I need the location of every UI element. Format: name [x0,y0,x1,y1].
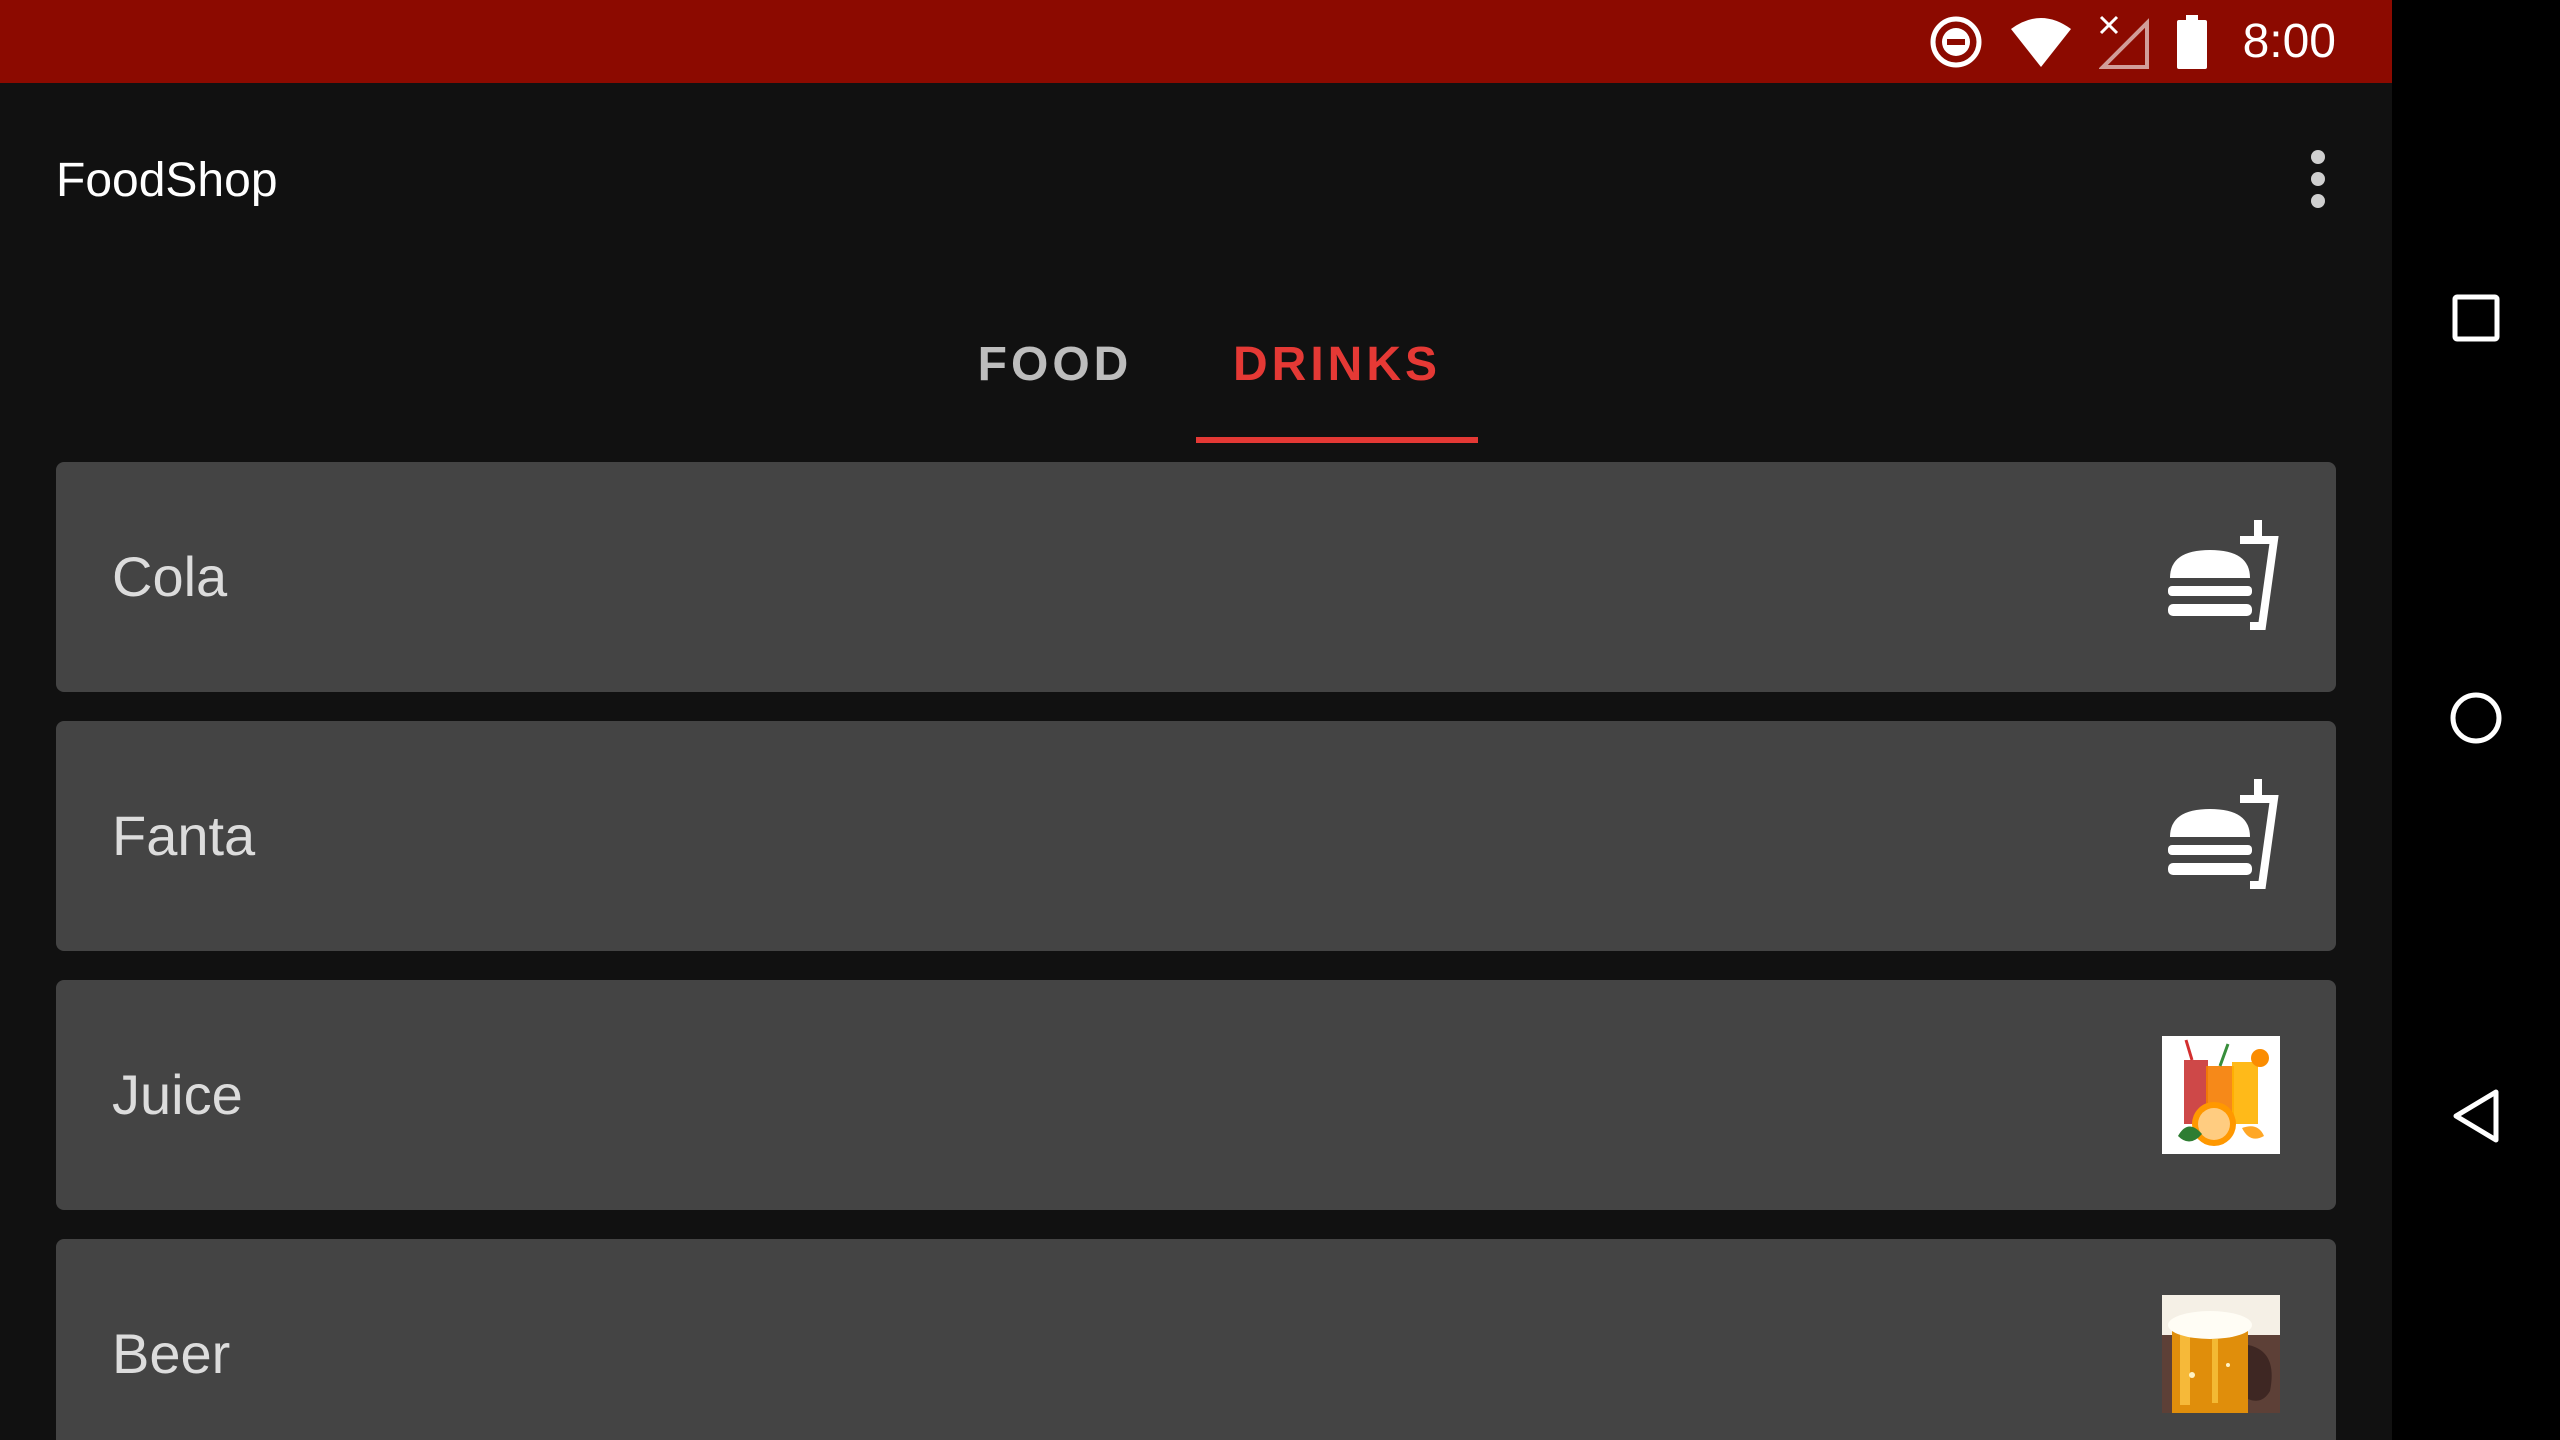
app-title: FoodShop [56,154,278,207]
item-label: Cola [112,545,228,608]
fastfood-icon [2162,518,2282,636]
tab-food[interactable]: FOOD [960,283,1150,446]
list-item-beer[interactable]: Beer [56,1239,2336,1440]
wifi-icon [2010,17,2071,67]
navigation-bar [2392,0,2560,1440]
status-icons: 8:00 [1929,0,2336,83]
no-signal-icon [2098,15,2149,69]
recents-icon [2452,294,2500,346]
fastfood-icon [2162,777,2282,895]
juice-image [2162,1036,2280,1154]
more-vert-icon [2308,149,2328,213]
recents-button[interactable] [2436,280,2516,360]
item-label: Beer [112,1322,231,1385]
beer-image [2162,1295,2280,1413]
item-label: Juice [112,1063,243,1126]
back-button[interactable] [2436,1078,2516,1158]
battery-icon [2176,14,2207,69]
clock: 8:00 [2242,15,2336,68]
back-icon [2451,1087,2501,1149]
app-window: 8:00 FoodShop FOOD DRINKS Cola Fanta Jui… [0,0,2392,1440]
item-label: Fanta [112,804,256,867]
overflow-menu-button[interactable] [2284,147,2352,215]
list-item-juice[interactable]: Juice [56,980,2336,1210]
home-button[interactable] [2436,680,2516,760]
list-item-fanta[interactable]: Fanta [56,721,2336,951]
do-not-disturb-icon [1929,15,1983,69]
screen: 8:00 FoodShop FOOD DRINKS Cola Fanta Jui… [0,0,2560,1440]
list-item-cola[interactable]: Cola [56,462,2336,692]
status-bar: 8:00 [0,0,2392,83]
tab-indicator [1196,437,1478,443]
tab-bar: FOOD DRINKS [0,283,2392,446]
home-icon [2448,690,2504,750]
drinks-list: Cola Fanta Juice Beer [56,462,2336,1440]
app-bar: FoodShop [0,83,2392,283]
tab-drinks[interactable]: DRINKS [1196,283,1478,446]
